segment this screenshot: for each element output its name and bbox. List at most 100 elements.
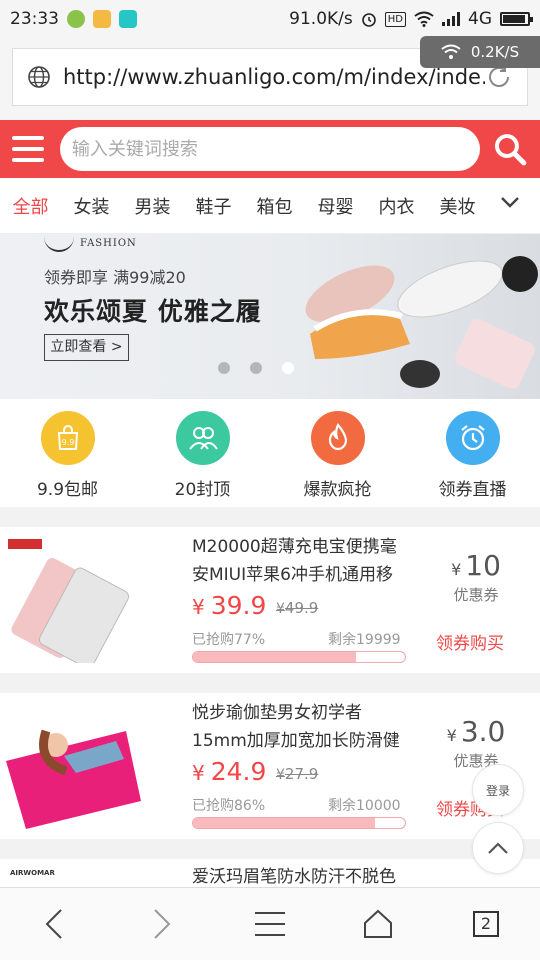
globe-icon — [28, 66, 50, 88]
category-tabs: 全部 女装 男装 鞋子 箱包 母婴 内衣 美妆 — [0, 178, 540, 234]
url-text[interactable]: http://www.zhuanligo.com/m/index/inde... — [63, 65, 485, 89]
browser-menu-button[interactable] — [240, 899, 300, 949]
section-divider — [0, 507, 540, 527]
signal-icon — [442, 12, 460, 26]
quick-link-label: 爆款疯抢 — [303, 480, 372, 500]
chevron-up-icon — [488, 842, 508, 854]
product-card[interactable]: AIRWOMAR 爱沃玛眉笔防水防汗不脱色 — [0, 859, 540, 887]
product-title[interactable]: 爱沃玛眉笔防水防汗不脱色 — [192, 863, 408, 887]
promo-banner[interactable]: FASHION 领券即享 满99减20 欢乐颂夏 优雅之履 立即查看 > — [0, 234, 540, 399]
wifi-icon — [414, 11, 434, 27]
svg-text:9.9: 9.9 — [61, 438, 74, 447]
hamburger-menu-icon — [255, 912, 285, 936]
product-card[interactable]: 悦步瑜伽垫男女初学者15mm加厚加宽加长防滑健身垫 ¥24.9 ¥27.9 已抢… — [0, 693, 540, 839]
product-price: ¥24.9 — [192, 757, 266, 786]
carousel-dot[interactable] — [218, 362, 230, 374]
battery-icon — [500, 12, 533, 26]
search-icon[interactable] — [492, 131, 528, 167]
flame-icon — [310, 411, 365, 465]
yoga-mat-image — [6, 729, 141, 829]
chevron-down-icon[interactable] — [500, 192, 520, 212]
original-price-value: 27.9 — [284, 765, 319, 783]
carousel-dot-active[interactable] — [282, 362, 294, 374]
product-image-brand: AIRWOMAR — [10, 869, 55, 877]
hd-badge: HD — [384, 11, 406, 27]
net-pill-speed: 0.2K/S — [470, 43, 520, 61]
status-bar: 23:33 91.0K/s HD 4G — [0, 0, 540, 38]
home-icon — [364, 909, 392, 938]
coupon-amount: ¥10 — [424, 549, 528, 582]
banner-headline: 欢乐颂夏 优雅之履 — [44, 297, 262, 326]
network-speed-pill: 0.2K/S — [420, 36, 540, 68]
quick-link-9-9-free-shipping[interactable]: 9.9 9.9包邮 — [0, 399, 135, 507]
home-button[interactable] — [348, 899, 408, 949]
menu-icon[interactable] — [12, 136, 44, 162]
net-speed: 91.0K/s — [289, 9, 353, 29]
login-button[interactable]: 登录 — [472, 764, 524, 816]
page: 23:33 91.0K/s HD 4G http://www.zhuanligo… — [0, 0, 540, 960]
app-notification-icon — [67, 10, 85, 28]
search-input[interactable] — [59, 127, 481, 171]
product-title[interactable]: 悦步瑜伽垫男女初学者15mm加厚加宽加长防滑健身垫 — [192, 699, 408, 755]
product-price: ¥39.9 — [192, 591, 266, 620]
quick-link-label: 领券直播 — [438, 480, 507, 500]
coupon-amount: ¥3.0 — [424, 715, 528, 748]
carousel-dot[interactable] — [250, 362, 262, 374]
alarm-icon — [361, 13, 376, 27]
currency-symbol: ¥ — [276, 601, 285, 617]
sold-progress-bar — [192, 817, 406, 829]
currency-symbol: ¥ — [192, 595, 205, 619]
remaining-count: 剩余19999 — [328, 632, 401, 648]
power-bank-image — [8, 539, 130, 663]
product-title[interactable]: M20000超薄充电宝便携毫安MIUI苹果6冲手机通用移动电源 — [192, 533, 408, 589]
quick-links: 9.9 9.9包邮 20封顶 爆款疯抢 领券直播 — [0, 399, 540, 507]
section-divider — [0, 673, 540, 693]
forward-button[interactable] — [132, 899, 192, 949]
sold-progress-bar — [192, 651, 406, 663]
tab-shoes[interactable]: 鞋子 — [183, 193, 244, 219]
wifi-icon — [441, 44, 461, 59]
carousel-dots — [218, 362, 294, 374]
original-price: ¥27.9 — [276, 765, 318, 783]
tab-womens[interactable]: 女装 — [61, 193, 122, 219]
quick-link-coupon-live[interactable]: 领券直播 — [405, 399, 540, 507]
price-value: 24.9 — [210, 757, 267, 786]
banner-cta-button[interactable]: 立即查看 > — [44, 334, 129, 361]
sold-progress-fill — [193, 652, 357, 662]
browser-toolbar: http://www.zhuanligo.com/m/index/inde...… — [0, 36, 540, 120]
coupon-amount-value: 3.0 — [460, 715, 506, 748]
tabs-button[interactable]: 2 — [456, 899, 516, 949]
product-card[interactable]: M20000超薄充电宝便携毫安MIUI苹果6冲手机通用移动电源 ¥39.9 ¥4… — [0, 527, 540, 673]
chevron-left-icon — [45, 909, 62, 939]
coupon-box: ¥10 优惠券 — [424, 549, 528, 605]
app-notification-icon — [93, 10, 111, 28]
currency-symbol: ¥ — [446, 726, 457, 745]
tab-beauty[interactable]: 美妆 — [427, 193, 488, 219]
tab-all[interactable]: 全部 — [0, 193, 61, 219]
quick-link-20-cap[interactable]: 20封顶 — [135, 399, 270, 507]
currency-symbol: ¥ — [192, 761, 205, 785]
quick-link-label: 20封顶 — [174, 480, 231, 500]
remaining-count: 剩余10000 — [328, 798, 401, 814]
sold-percent: 已抢购77% — [192, 632, 266, 648]
tab-bags[interactable]: 箱包 — [244, 193, 305, 219]
search-header — [0, 120, 540, 178]
section-divider — [0, 839, 540, 859]
quick-link-hot-deals[interactable]: 爆款疯抢 — [270, 399, 405, 507]
tab-underwear[interactable]: 内衣 — [366, 193, 427, 219]
back-to-top-button[interactable] — [472, 822, 524, 874]
tab-baby[interactable]: 母婴 — [305, 193, 366, 219]
coupon-label: 优惠券 — [453, 586, 499, 604]
get-coupon-buy-button[interactable]: 领券购买 — [436, 629, 504, 654]
tab-mens[interactable]: 男装 — [122, 193, 183, 219]
browser-bottom-nav: 2 — [0, 887, 540, 960]
currency-symbol: ¥ — [451, 560, 462, 579]
coupon-box: ¥3.0 优惠券 — [424, 715, 528, 771]
chevron-right-icon — [154, 909, 171, 939]
sold-progress-fill — [193, 818, 376, 828]
alarm-clock-icon — [445, 411, 500, 465]
network-type: 4G — [468, 9, 492, 29]
sold-percent: 已抢购86% — [192, 798, 266, 814]
back-button[interactable] — [24, 899, 84, 949]
brand-logo-text: FASHION — [80, 238, 137, 249]
